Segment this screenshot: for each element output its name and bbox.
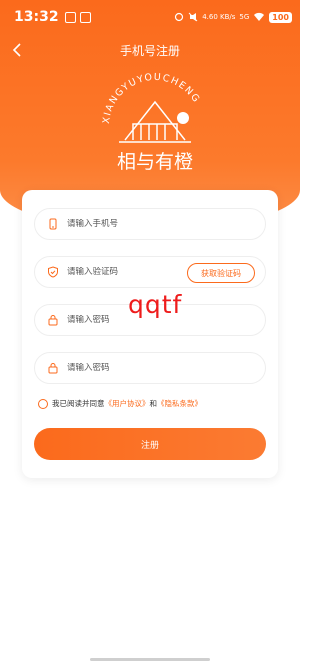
agreement-and: 和 xyxy=(149,399,158,408)
page-title: 手机号注册 xyxy=(119,43,180,58)
confirm-password-field[interactable] xyxy=(34,352,266,384)
lock-icon xyxy=(48,363,58,374)
verification-code-input[interactable] xyxy=(67,267,177,277)
lock-icon xyxy=(48,315,58,326)
agreement-text: 我已阅读并同意 xyxy=(52,399,105,408)
register-form-card: 获取验证码 我已阅读并同意 《用户协议》 和 《隐私条款》 注册 xyxy=(22,190,278,478)
net-speed: 4.60 KB/s xyxy=(202,13,236,21)
agreement-row: 我已阅读并同意 《用户协议》 和 《隐私条款》 xyxy=(38,398,202,409)
home-indicator[interactable] xyxy=(90,658,210,661)
battery-icon: 100 xyxy=(269,11,292,23)
status-bar: 13:32 4.60 KB/s 5G 100 xyxy=(0,0,300,34)
watermark-text: qqtf xyxy=(128,290,183,319)
logo-name: 相与有橙 xyxy=(117,151,193,173)
phone-icon xyxy=(49,218,57,230)
back-arrow-icon[interactable] xyxy=(8,40,28,60)
mute-icon xyxy=(188,12,198,22)
status-time: 13:32 xyxy=(14,9,59,25)
status-right-icons: 4.60 KB/s 5G 100 xyxy=(174,11,292,23)
user-agreement-link[interactable]: 《用户协议》 xyxy=(105,398,150,409)
phone-field[interactable] xyxy=(34,208,266,240)
register-button[interactable]: 注册 xyxy=(34,428,266,460)
get-code-button[interactable]: 获取验证码 xyxy=(187,263,255,283)
alarm-icon xyxy=(175,12,184,22)
brand-logo: XIANGYUYOUCHENG 相与有橙 xyxy=(101,72,201,173)
phone-input[interactable] xyxy=(67,219,177,229)
confirm-password-input[interactable] xyxy=(67,363,177,373)
shield-icon xyxy=(48,266,58,278)
network-type: 5G xyxy=(239,13,250,21)
agree-checkbox[interactable] xyxy=(38,398,48,409)
app-notification-icon xyxy=(64,11,76,23)
wifi-icon xyxy=(254,12,265,21)
notification-icons xyxy=(64,11,91,23)
app-notification-icon xyxy=(79,11,91,23)
verification-code-field[interactable]: 获取验证码 xyxy=(34,256,266,288)
privacy-policy-link[interactable]: 《隐私条款》 xyxy=(157,398,202,409)
